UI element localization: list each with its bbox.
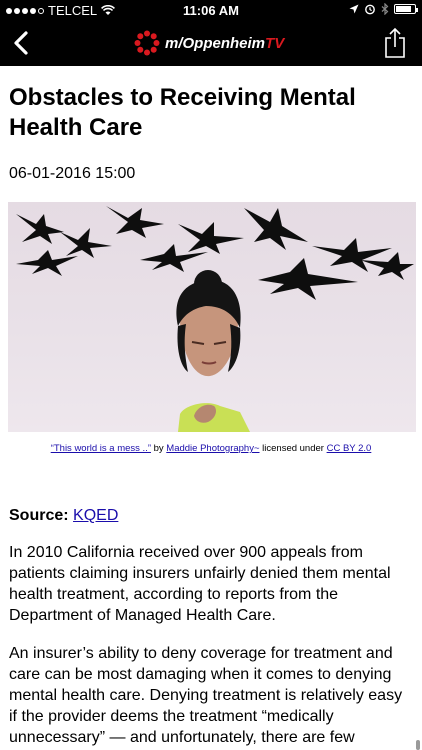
article-source: Source: KQED [9, 507, 413, 525]
article-content[interactable]: Obstacles to Receiving Mental Health Car… [0, 66, 422, 750]
bluetooth-icon [381, 3, 389, 15]
caption-title-link[interactable]: “This world is a mess ..” [51, 443, 151, 454]
caption-licensed: licensed under [259, 443, 327, 454]
nav-bar: m/OppenheimTV [0, 20, 422, 66]
logo-emblem-icon [134, 30, 160, 56]
status-bar: TELCEL 11:06 AM [0, 0, 422, 20]
scroll-indicator[interactable] [416, 740, 420, 750]
caption-license-link[interactable]: CC BY 2.0 [327, 443, 372, 454]
caption-author-link[interactable]: Maddie Photography~ [166, 443, 259, 454]
alarm-icon [365, 4, 375, 15]
logo-suffix: TV [265, 34, 285, 52]
app-logo: m/OppenheimTV [134, 30, 284, 56]
status-right [349, 3, 418, 15]
birds-and-girl-illustration [16, 206, 414, 432]
battery-icon [394, 4, 418, 14]
source-label: Source: [9, 507, 69, 524]
article-title: Obstacles to Receiving Mental Health Car… [9, 84, 356, 141]
article-paragraph: In 2010 California received over 900 app… [9, 544, 391, 624]
share-icon[interactable] [382, 27, 408, 59]
logo-text: m/OppenheimTV [165, 34, 285, 52]
source-link[interactable]: KQED [73, 507, 118, 524]
caption-by: by [150, 443, 167, 454]
article-paragraph: An insurer’s ability to deny coverage fo… [9, 645, 403, 746]
article-image [8, 202, 416, 432]
logo-main: Oppenheim [182, 34, 266, 52]
article-date: 06-01-2016 15:00 [9, 165, 136, 182]
logo-prefix: m [165, 34, 179, 52]
chevron-left-icon[interactable] [8, 29, 36, 57]
image-caption: “This world is a mess ..” by Maddie Phot… [0, 443, 422, 454]
location-arrow-icon [349, 4, 359, 14]
